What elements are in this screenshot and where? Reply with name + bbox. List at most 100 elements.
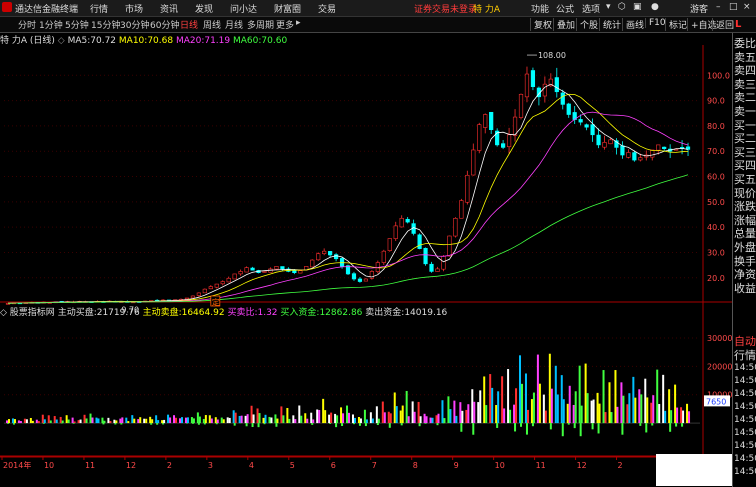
- tab-intraday[interactable]: 分时: [18, 18, 36, 31]
- guest-user[interactable]: 游客: [690, 2, 708, 15]
- indicator-bar: [250, 405, 253, 424]
- overlay-button[interactable]: 叠加: [553, 18, 575, 31]
- menu-item-market[interactable]: 行情: [90, 2, 108, 15]
- app-logo-icon: [2, 2, 12, 12]
- candle-body: [417, 234, 422, 249]
- window-menu-icon[interactable]: ▾: [606, 2, 611, 12]
- login-warning[interactable]: 证券交易未登录: [414, 2, 477, 15]
- indicator-bar: [688, 411, 691, 424]
- indicator-bar: [328, 414, 331, 424]
- menu-item-formula[interactable]: 公式: [556, 2, 574, 15]
- tick-time: 14:50: [734, 376, 756, 386]
- candle-body: [602, 142, 607, 148]
- candle-body: [501, 143, 506, 148]
- indicator-bar: [455, 415, 458, 424]
- tab-1min[interactable]: 1分钟: [39, 18, 63, 31]
- menu-item-trade[interactable]: 交易: [318, 2, 336, 15]
- price-chart-area[interactable]: 20.030.040.050.060.070.080.090.0100.0100…: [0, 45, 732, 475]
- menu-item-wealth[interactable]: 财富圈: [274, 2, 301, 15]
- cube-icon[interactable]: ▣: [633, 2, 642, 12]
- indicator-bar: [413, 411, 416, 424]
- tab-daily[interactable]: 日线: [180, 18, 198, 31]
- menu-item-options[interactable]: 选项: [582, 2, 600, 15]
- price-tick-label: 70.0: [707, 147, 725, 156]
- minimize-icon[interactable]: –: [716, 2, 721, 12]
- buy-sell-ratio-label: 买卖比:: [227, 308, 258, 318]
- f10-button[interactable]: F10: [645, 18, 666, 28]
- more-arrow-icon[interactable]: ▸: [296, 18, 301, 28]
- indicator-bar: [85, 418, 88, 424]
- indicator-bar: [590, 400, 593, 424]
- mark-button[interactable]: 标记: [665, 18, 687, 31]
- hexagon-icon[interactable]: ⬡: [618, 2, 626, 12]
- x-tick-label: 2: [167, 461, 172, 470]
- candle-body: [381, 250, 386, 263]
- indicator-bar: [95, 417, 98, 424]
- maximize-icon[interactable]: □: [729, 2, 738, 12]
- adjust-button[interactable]: 复权: [530, 18, 552, 31]
- tick-time: 14:50: [734, 415, 756, 425]
- indicator-bar: [401, 405, 404, 424]
- price-tick-label: 40.0: [707, 223, 725, 232]
- stats-button[interactable]: 统计: [599, 18, 621, 31]
- indicator-bar: [91, 417, 94, 424]
- indicator-bar: [276, 418, 279, 424]
- back-button[interactable]: 返回: [712, 18, 734, 31]
- indicator-neg-bar: [162, 423, 165, 425]
- indicator-bar: [598, 403, 601, 424]
- indicator-bar: [417, 401, 420, 424]
- indicator-bar: [357, 416, 360, 424]
- candle-body: [208, 286, 213, 290]
- menu-item-news[interactable]: 资讯: [160, 2, 178, 15]
- indicator-bar: [580, 405, 583, 424]
- indicator-bar: [548, 353, 551, 424]
- indicator-bar: [670, 410, 673, 424]
- tab-weekly[interactable]: 周线: [203, 18, 221, 31]
- indicator-neg-bar: [669, 423, 672, 432]
- indicator-bar: [161, 420, 164, 424]
- tab-monthly[interactable]: 月线: [225, 18, 243, 31]
- indicator-bar: [115, 420, 118, 424]
- draw-button[interactable]: 画线: [622, 18, 644, 31]
- indicator-bar: [632, 376, 635, 424]
- candle-body: [190, 295, 196, 299]
- tab-15min[interactable]: 15分钟: [91, 18, 120, 31]
- stock-button[interactable]: 个股: [576, 18, 598, 31]
- tab-multi-period[interactable]: 多周期: [247, 18, 274, 31]
- tab-5min[interactable]: 5分钟: [65, 18, 89, 31]
- tick-time: 14:50: [734, 363, 756, 373]
- close-icon[interactable]: ×: [743, 2, 751, 12]
- indicator-bar: [286, 407, 289, 424]
- panel-tab-quote[interactable]: 行情: [734, 347, 756, 363]
- indicator-bar: [610, 412, 613, 424]
- indicator-bar: [524, 373, 527, 424]
- tab-30min[interactable]: 30分钟: [120, 18, 149, 31]
- price-tick-label: 20.0: [707, 274, 725, 283]
- indicator-neg-bar: [352, 423, 355, 425]
- indicator-bar: [330, 412, 333, 424]
- tab-60min[interactable]: 60分钟: [150, 18, 179, 31]
- sell-funds-value: 14019.16: [404, 308, 448, 318]
- indicator-bar: [521, 383, 524, 424]
- indicator-bar: [139, 417, 142, 424]
- indicator-bar: [8, 419, 10, 424]
- menu-item-function[interactable]: 功能: [531, 2, 549, 15]
- menu-item-assistant[interactable]: 问小达: [230, 2, 257, 15]
- menu-item-discover[interactable]: 发现: [195, 2, 213, 15]
- app-title: 通达信金融终端: [15, 5, 79, 15]
- indicator-settings-icon[interactable]: ◇: [0, 308, 7, 318]
- indicator-bar: [83, 414, 86, 424]
- indicator-bar: [226, 417, 229, 424]
- user-icon[interactable]: ●: [651, 2, 659, 12]
- indicator-bar: [395, 406, 398, 424]
- indicator-bar: [453, 400, 456, 424]
- indicator-bar: [662, 374, 665, 424]
- indicator-bar: [419, 416, 422, 424]
- indicator-neg-bar: [120, 423, 123, 425]
- x-tick-label: 9: [454, 461, 459, 470]
- menu-item-markets[interactable]: 市场: [125, 2, 143, 15]
- indicator-bar: [389, 413, 392, 424]
- x-tick-label: 5: [290, 461, 295, 470]
- indicator-neg-bar: [424, 423, 427, 424]
- tab-more[interactable]: 更多: [276, 18, 294, 31]
